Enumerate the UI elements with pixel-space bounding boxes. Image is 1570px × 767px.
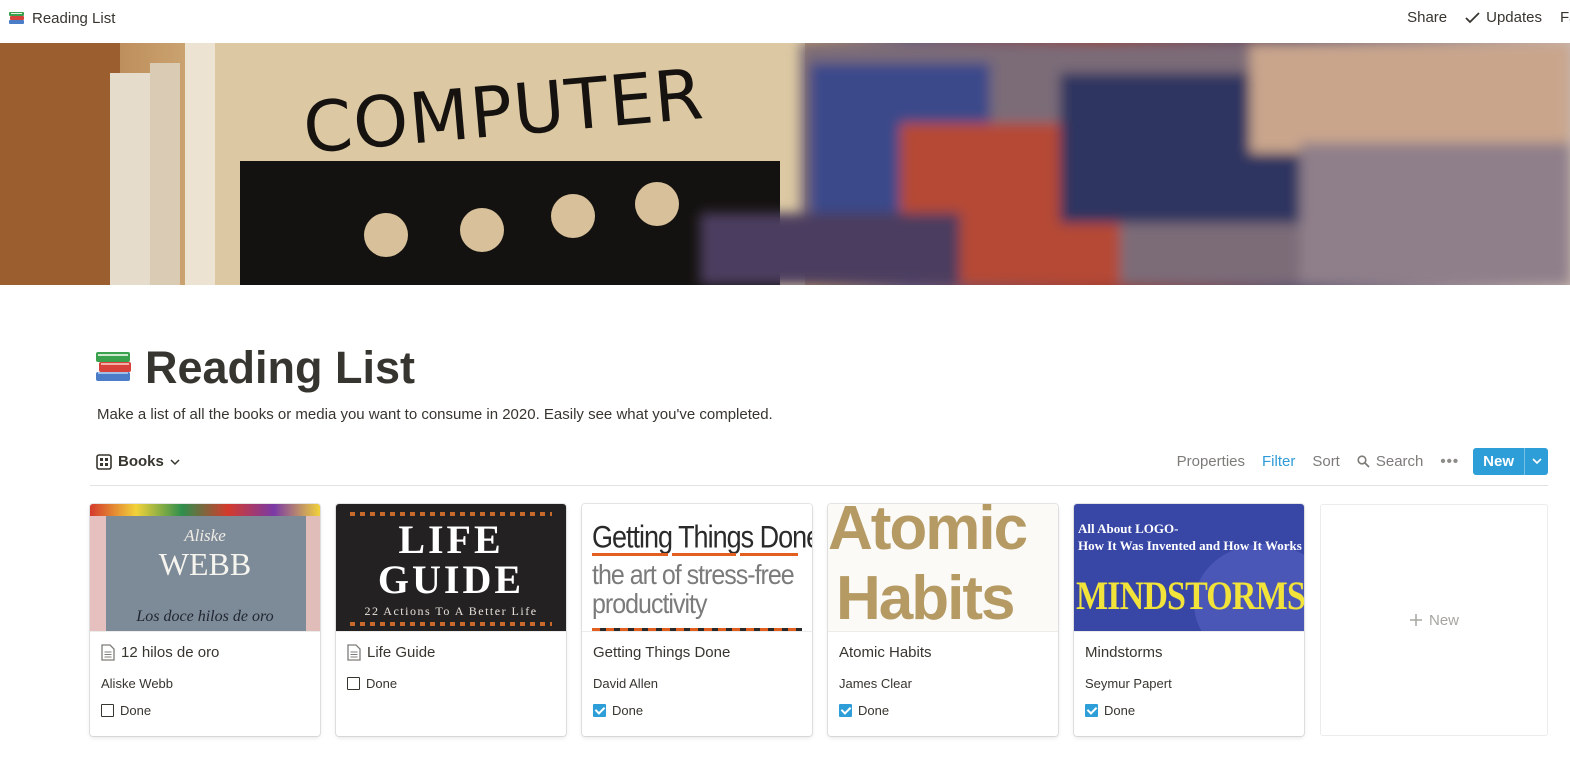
done-checkbox-checked[interactable]: [1085, 704, 1098, 717]
view-name: Books: [118, 453, 164, 470]
database-view-bar: Books Properties Filter Sort Search ••• …: [90, 446, 1548, 486]
page-description[interactable]: Make a list of all the books or media yo…: [97, 406, 773, 423]
done-checkbox-checked[interactable]: [839, 704, 852, 717]
card-author: Aliske Webb: [101, 676, 174, 691]
cover-subtitle-line2: productivity: [592, 589, 707, 620]
page-title[interactable]: Reading List: [145, 342, 415, 394]
books-emoji-icon[interactable]: [94, 346, 134, 384]
gallery-card[interactable]: All About LOGO- How It Was Invented and …: [1074, 504, 1304, 736]
breadcrumb[interactable]: Reading List: [8, 9, 115, 27]
done-property: Done: [593, 703, 643, 718]
page-cover-image: COMPUTER: [0, 43, 1570, 285]
done-checkbox-checked[interactable]: [593, 704, 606, 717]
sort-button[interactable]: Sort: [1312, 453, 1340, 470]
done-checkbox[interactable]: [347, 677, 360, 690]
view-selector[interactable]: Books: [96, 453, 180, 470]
new-card-label: New: [1428, 611, 1459, 629]
cover-name: WEBB: [158, 546, 252, 582]
cover-title: MINDSTORMS: [1076, 573, 1304, 618]
cover-title: Getting Things Done: [592, 520, 812, 555]
gallery-card[interactable]: Aliske WEBB Los doce hilos de oro 12 hil…: [90, 504, 320, 736]
cover-author: Aliske: [184, 526, 226, 545]
card-title: 12 hilos de oro: [101, 644, 219, 661]
new-button[interactable]: New: [1473, 448, 1524, 475]
breadcrumb-title: Reading List: [32, 9, 116, 27]
checkmark-icon: [1465, 11, 1480, 23]
card-title-text: Getting Things Done: [593, 644, 731, 661]
card-cover-image: All About LOGO- How It Was Invented and …: [1074, 504, 1304, 632]
card-title: Life Guide: [347, 644, 435, 661]
card-author: James Clear: [839, 676, 912, 691]
cover-title-line2: GUIDE: [377, 557, 525, 602]
updates-label: Updates: [1486, 9, 1542, 26]
top-bar: Reading List Share Updates Fa: [0, 0, 1570, 38]
card-cover-image: Aliske WEBB Los doce hilos de oro: [90, 504, 320, 632]
page-icon: [347, 644, 361, 661]
cover-subtitle-line2: How It Was Invented and How It Works: [1078, 538, 1302, 553]
gallery-card[interactable]: Getting Things Done the art of stress-fr…: [582, 504, 812, 736]
search-label: Search: [1375, 453, 1424, 470]
share-button[interactable]: Share: [1407, 9, 1447, 26]
cover-photo: [0, 43, 1570, 285]
favorite-button[interactable]: Fa: [1560, 9, 1570, 26]
plus-icon: [1409, 614, 1422, 626]
card-title-text: Mindstorms: [1085, 644, 1163, 661]
page-icon: [101, 644, 115, 661]
filter-button[interactable]: Filter: [1262, 453, 1295, 470]
gallery-card[interactable]: LIFE GUIDE 22 Actions To A Better Life L…: [336, 504, 566, 736]
gallery-card[interactable]: Atomic Habits Atomic Habits James Clear …: [828, 504, 1058, 736]
done-property: Done: [101, 703, 151, 718]
card-title-text: Atomic Habits: [839, 644, 932, 661]
search-button[interactable]: Search: [1357, 453, 1424, 470]
cover-subtitle-line1: the art of stress-free: [592, 560, 795, 591]
new-card-button[interactable]: New: [1320, 504, 1548, 736]
card-author: Seymur Papert: [1085, 676, 1172, 691]
cover-subtitle: 22 Actions To A Better Life: [364, 604, 538, 618]
card-cover-image: LIFE GUIDE 22 Actions To A Better Life: [336, 504, 566, 632]
card-cover-image: Atomic Habits: [828, 504, 1058, 632]
card-title-text: 12 hilos de oro: [121, 644, 220, 661]
done-checkbox[interactable]: [101, 704, 114, 717]
properties-button[interactable]: Properties: [1177, 453, 1245, 470]
done-property: Done: [347, 676, 397, 691]
more-options-button[interactable]: •••: [1440, 453, 1459, 470]
cover-subtitle: Los doce hilos de oro: [136, 608, 274, 625]
card-title: Atomic Habits: [839, 644, 932, 661]
done-label: Done: [366, 676, 398, 691]
card-title: Getting Things Done: [593, 644, 730, 661]
new-dropdown-button[interactable]: [1524, 448, 1548, 475]
card-cover-image: Getting Things Done the art of stress-fr…: [582, 504, 812, 632]
done-label: Done: [858, 703, 890, 718]
chevron-down-icon: [1531, 458, 1542, 465]
cover-subtitle-line1: All About LOGO-: [1078, 521, 1179, 536]
done-property: Done: [1085, 703, 1135, 718]
done-property: Done: [839, 703, 889, 718]
chevron-down-icon: [170, 458, 180, 465]
done-label: Done: [120, 703, 152, 718]
books-emoji-icon: [9, 12, 24, 24]
done-label: Done: [1104, 703, 1136, 718]
cover-title-line1: Atomic: [828, 504, 1028, 563]
search-icon: [1357, 455, 1370, 468]
cover-title-line1: LIFE: [398, 517, 504, 562]
updates-button[interactable]: Updates: [1465, 9, 1542, 26]
gallery-icon: [96, 453, 112, 470]
card-author: David Allen: [593, 676, 659, 691]
card-title-text: Life Guide: [367, 644, 436, 661]
new-button-group: New: [1473, 448, 1548, 475]
card-title: Mindstorms: [1085, 644, 1163, 661]
cover-title-line2: Habits: [836, 564, 1015, 632]
done-label: Done: [612, 703, 644, 718]
